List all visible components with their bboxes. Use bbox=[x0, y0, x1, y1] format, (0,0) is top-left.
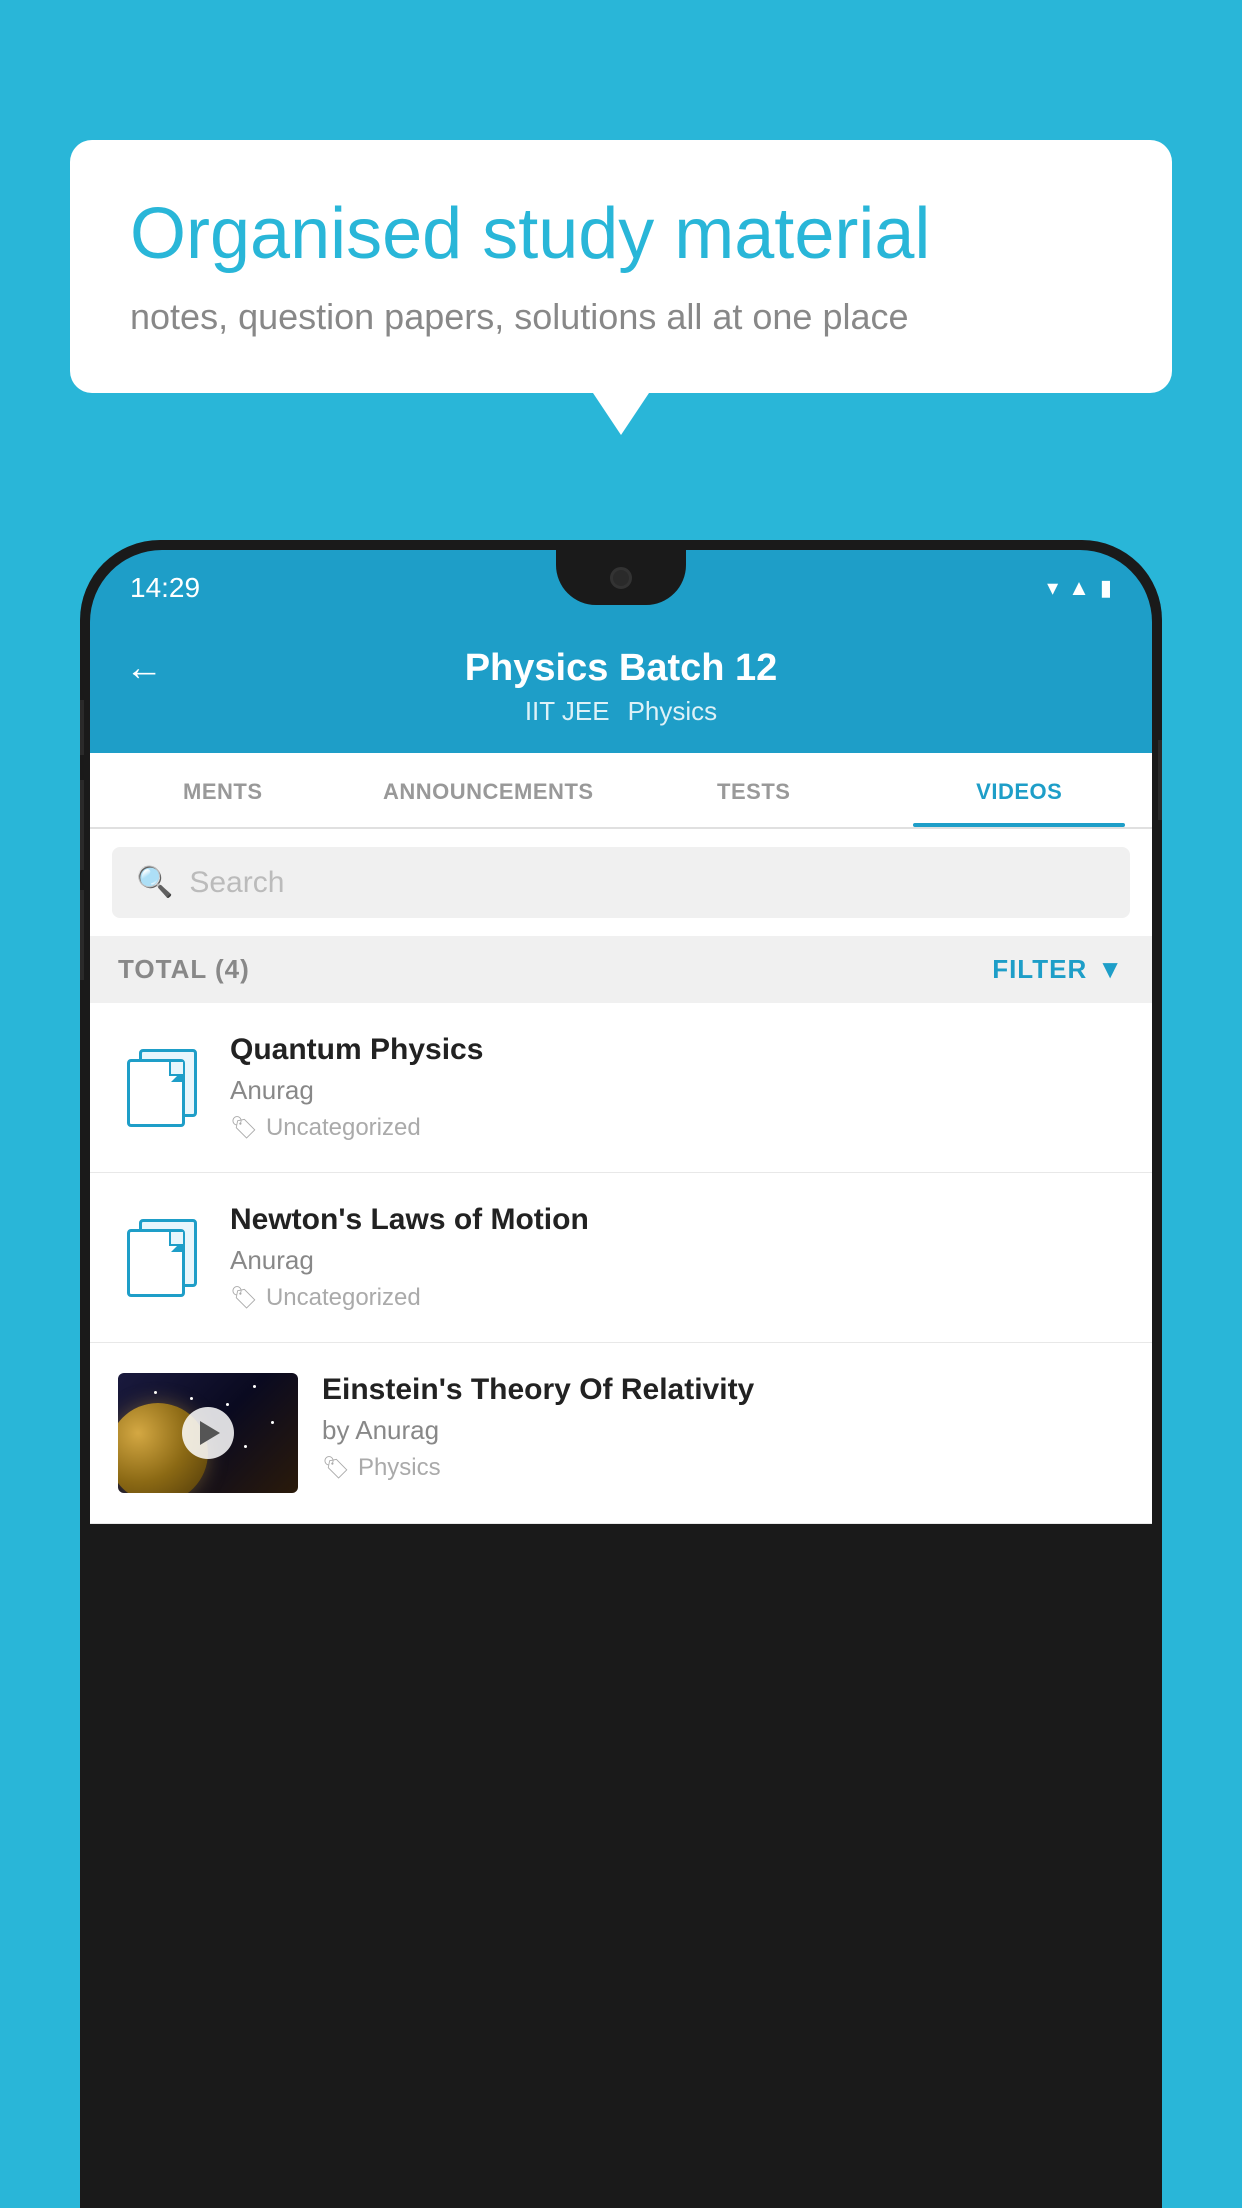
status-time: 14:29 bbox=[130, 572, 200, 604]
header-subtitle: IIT JEE Physics bbox=[525, 696, 717, 727]
video-title: Einstein's Theory Of Relativity bbox=[322, 1373, 1124, 1407]
batch-subject: Physics bbox=[628, 696, 718, 727]
video-thumbnail-3 bbox=[118, 1373, 298, 1493]
video-tag: 🏷 Physics bbox=[322, 1454, 1124, 1482]
bubble-subtitle: notes, question papers, solutions all at… bbox=[130, 296, 1112, 338]
video-author: Anurag bbox=[230, 1075, 1124, 1106]
video-list: Quantum Physics Anurag 🏷 Uncategorized bbox=[90, 1003, 1152, 1524]
batch-category: IIT JEE bbox=[525, 696, 610, 727]
list-item[interactable]: Quantum Physics Anurag 🏷 Uncategorized bbox=[90, 1003, 1152, 1173]
tab-tests[interactable]: TESTS bbox=[621, 753, 887, 827]
video-title: Quantum Physics bbox=[230, 1033, 1124, 1067]
tag-label: Uncategorized bbox=[266, 1284, 421, 1312]
notch bbox=[556, 550, 686, 605]
app-header: ← Physics Batch 12 IIT JEE Physics bbox=[90, 625, 1152, 753]
battery-icon: ▮ bbox=[1100, 575, 1112, 601]
file-icon-front bbox=[127, 1059, 185, 1127]
camera bbox=[610, 567, 632, 589]
signal-icon: ▲ bbox=[1068, 575, 1090, 601]
filter-label: FILTER bbox=[992, 954, 1087, 985]
play-icon bbox=[200, 1421, 220, 1445]
file-icon bbox=[127, 1049, 197, 1127]
item-info-2: Newton's Laws of Motion Anurag 🏷 Uncateg… bbox=[230, 1203, 1124, 1312]
filter-icon: ▼ bbox=[1097, 954, 1124, 985]
tag-label: Uncategorized bbox=[266, 1114, 421, 1142]
tab-announcements[interactable]: ANNOUNCEMENTS bbox=[356, 753, 622, 827]
power-button bbox=[1158, 740, 1162, 820]
video-tag: 🏷 Uncategorized bbox=[230, 1114, 1124, 1142]
bubble-title: Organised study material bbox=[130, 195, 1112, 274]
video-author: Anurag bbox=[230, 1245, 1124, 1276]
back-button[interactable]: ← bbox=[125, 647, 163, 690]
speech-bubble-container: Organised study material notes, question… bbox=[70, 140, 1172, 393]
wifi-icon: ▾ bbox=[1047, 575, 1058, 601]
item-info-3: Einstein's Theory Of Relativity by Anura… bbox=[322, 1373, 1124, 1482]
mute-button bbox=[80, 700, 84, 755]
search-bar[interactable]: 🔍 Search bbox=[112, 847, 1130, 918]
file-icon-front bbox=[127, 1229, 185, 1297]
status-icons: ▾ ▲ ▮ bbox=[1047, 575, 1112, 601]
item-thumbnail-1 bbox=[118, 1044, 206, 1132]
volume-down-button bbox=[80, 890, 84, 980]
tag-label: Physics bbox=[358, 1454, 441, 1482]
video-title: Newton's Laws of Motion bbox=[230, 1203, 1124, 1237]
file-icon bbox=[127, 1219, 197, 1297]
phone-frame: 14:29 ▾ ▲ ▮ ← Physics Batch 12 IIT JEE P… bbox=[80, 540, 1162, 2208]
volume-up-button bbox=[80, 780, 84, 870]
total-count: TOTAL (4) bbox=[118, 954, 250, 985]
play-button[interactable] bbox=[182, 1407, 234, 1459]
tag-icon: 🏷 bbox=[230, 1285, 258, 1311]
phone-screen: 14:29 ▾ ▲ ▮ ← Physics Batch 12 IIT JEE P… bbox=[90, 550, 1152, 2208]
status-bar: 14:29 ▾ ▲ ▮ bbox=[90, 550, 1152, 625]
screen-content: 🔍 Search TOTAL (4) FILTER ▼ bbox=[90, 829, 1152, 1524]
search-icon: 🔍 bbox=[136, 865, 173, 900]
list-item[interactable]: Einstein's Theory Of Relativity by Anura… bbox=[90, 1343, 1152, 1524]
item-thumbnail-2 bbox=[118, 1214, 206, 1302]
item-info-1: Quantum Physics Anurag 🏷 Uncategorized bbox=[230, 1033, 1124, 1142]
search-input-label: Search bbox=[189, 866, 284, 900]
search-container: 🔍 Search bbox=[90, 829, 1152, 936]
video-author: by Anurag bbox=[322, 1415, 1124, 1446]
tab-videos[interactable]: VIDEOS bbox=[887, 753, 1153, 827]
batch-title: Physics Batch 12 bbox=[465, 647, 778, 690]
speech-bubble: Organised study material notes, question… bbox=[70, 140, 1172, 393]
tab-documents[interactable]: MENTS bbox=[90, 753, 356, 827]
tag-icon: 🏷 bbox=[230, 1115, 258, 1141]
list-item[interactable]: Newton's Laws of Motion Anurag 🏷 Uncateg… bbox=[90, 1173, 1152, 1343]
filter-button[interactable]: FILTER ▼ bbox=[992, 954, 1124, 985]
filter-bar: TOTAL (4) FILTER ▼ bbox=[90, 936, 1152, 1003]
tab-bar: MENTS ANNOUNCEMENTS TESTS VIDEOS bbox=[90, 753, 1152, 829]
tag-icon: 🏷 bbox=[322, 1455, 350, 1481]
video-tag: 🏷 Uncategorized bbox=[230, 1284, 1124, 1312]
